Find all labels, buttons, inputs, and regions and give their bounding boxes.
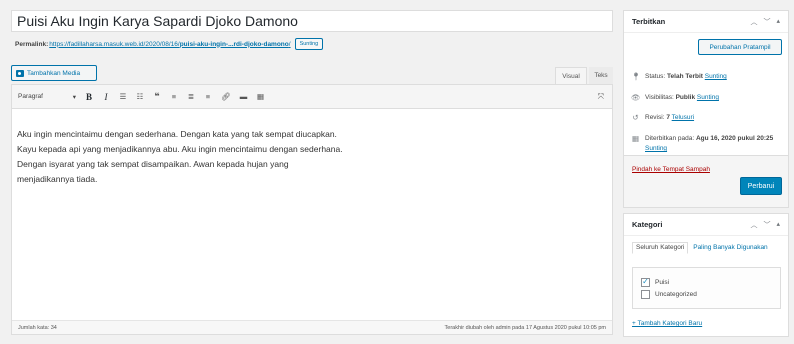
- move-down-icon[interactable]: ﹀: [763, 17, 770, 27]
- date-value: Agu 16, 2020 pukul 20:25: [695, 135, 774, 142]
- editor-content[interactable]: Aku ingin mencintaimu dengan sederhana. …: [12, 109, 612, 187]
- permalink-suffix: /: [288, 40, 291, 48]
- align-center-icon[interactable]: ≣: [187, 92, 195, 101]
- bold-icon[interactable]: B: [85, 92, 93, 102]
- italic-icon[interactable]: I: [102, 92, 110, 102]
- toolbar-toggle-icon[interactable]: ▦: [257, 92, 265, 101]
- permalink-link[interactable]: https://fadillaharsa.masuk.web.id/2020/0…: [49, 41, 290, 48]
- category-box-header: Kategori ︿ ﹀ ▴: [624, 214, 788, 236]
- status-row: 📍︎ Status: Telah Terbit Sunting: [631, 72, 727, 82]
- format-select-value: Paragraf: [18, 93, 43, 100]
- permalink-slug: puisi-aku-ingin-...rdi-djoko-damono: [179, 40, 289, 48]
- fullscreen-icon[interactable]: ⤧: [598, 92, 604, 102]
- visibility-label: Visibilitas:: [645, 94, 674, 101]
- status-label: Status:: [645, 73, 666, 80]
- category-item-uncategorized[interactable]: Uncategorized: [641, 288, 780, 300]
- collapse-icon[interactable]: ▴: [776, 220, 780, 230]
- publish-actions: Pindah ke Tempat Sampah Perbarui: [624, 155, 788, 207]
- visibility-row: 👁︎ Visibilitas: Publik Sunting: [631, 93, 719, 103]
- word-count: Jumlah kata: 34: [18, 324, 57, 331]
- category-box: Kategori ︿ ﹀ ▴ Seluruh Kategori Paling B…: [623, 213, 789, 337]
- numbered-list-icon[interactable]: ☷: [136, 92, 144, 101]
- move-up-icon[interactable]: ︿: [750, 17, 757, 27]
- read-more-icon[interactable]: ▬: [240, 92, 248, 101]
- revisions-label: Revisi:: [645, 114, 665, 121]
- date-label: Diterbitkan pada:: [645, 135, 695, 142]
- bullet-list-icon[interactable]: ☰: [119, 92, 127, 101]
- collapse-icon[interactable]: ▴: [776, 17, 780, 27]
- add-new-category-link[interactable]: + Tambah Kategori Baru: [632, 320, 702, 327]
- visibility-value: Publik: [675, 94, 696, 101]
- publish-date-row: ▦ Diterbitkan pada: Agu 16, 2020 pukul 2…: [631, 134, 781, 154]
- content-line: menjadikannya tiada.: [17, 174, 98, 184]
- status-value: Telah Terbit: [667, 73, 703, 80]
- history-icon: ↺: [632, 113, 639, 122]
- category-label: Uncategorized: [655, 290, 697, 298]
- edit-slug-button[interactable]: Sunting: [294, 38, 324, 50]
- update-button[interactable]: Perbarui: [740, 177, 782, 195]
- tab-visual[interactable]: Visual: [555, 67, 587, 84]
- preview-changes-button[interactable]: Perubahan Pratampil: [698, 39, 782, 55]
- permalink-row: Permalink: https://fadillaharsa.masuk.we…: [15, 38, 324, 50]
- category-box-title: Kategori: [632, 220, 663, 229]
- revisions-row: ↺ Revisi: 7 Telusuri: [631, 113, 694, 123]
- content-line: Aku ingin mencintaimu dengan sederhana. …: [17, 129, 337, 139]
- link-icon[interactable]: 🔗︎: [221, 92, 231, 101]
- move-down-icon[interactable]: ﹀: [763, 220, 770, 230]
- publish-box-title: Terbitkan: [632, 17, 666, 26]
- edit-status-link[interactable]: Sunting: [705, 73, 727, 80]
- checkbox-checked[interactable]: ✓: [641, 277, 650, 287]
- permalink-label: Permalink:: [15, 40, 49, 48]
- media-icon: [16, 69, 24, 77]
- category-tabs: Seluruh Kategori Paling Banyak Digunakan: [632, 242, 782, 254]
- publish-box: Terbitkan ︿ ﹀ ▴ Perubahan Pratampil 📍︎ S…: [623, 10, 789, 208]
- edit-date-link[interactable]: Sunting: [645, 145, 667, 152]
- category-checklist: ✓ Puisi Uncategorized: [632, 267, 781, 309]
- blockquote-icon[interactable]: ❝: [153, 91, 161, 102]
- edit-visibility-link[interactable]: Sunting: [697, 94, 719, 101]
- add-media-button[interactable]: Tambahkan Media: [11, 65, 97, 81]
- tab-most-used[interactable]: Paling Banyak Digunakan: [693, 244, 767, 251]
- content-line: Kayu kepada api yang menjadikannya abu. …: [17, 144, 343, 154]
- move-to-trash-link[interactable]: Pindah ke Tempat Sampah: [632, 166, 710, 173]
- category-label: Puisi: [655, 278, 670, 286]
- tab-all-categories[interactable]: Seluruh Kategori: [632, 242, 689, 254]
- align-right-icon[interactable]: ≡: [204, 92, 212, 101]
- post-title-input[interactable]: Puisi Aku Ingin Karya Sapardi Djoko Damo…: [11, 10, 613, 32]
- revisions-value: 7: [666, 114, 670, 121]
- tab-text[interactable]: Teks: [589, 67, 613, 84]
- publish-box-header: Terbitkan ︿ ﹀ ▴: [624, 11, 788, 33]
- content-line: Dengan isyarat yang tak sempat disampaik…: [17, 159, 289, 169]
- align-left-icon[interactable]: ≡: [170, 92, 178, 101]
- pin-icon: 📍︎: [631, 72, 641, 81]
- format-select[interactable]: Paragraf ▾: [18, 93, 76, 101]
- permalink-url-prefix: https://fadillaharsa.masuk.web.id/2020/0…: [49, 40, 180, 48]
- add-media-label: Tambahkan Media: [27, 69, 81, 77]
- category-item-puisi[interactable]: ✓ Puisi: [641, 276, 780, 288]
- editor-toolbar: Paragraf ▾ B I ☰ ☷ ❝ ≡ ≣ ≡ 🔗︎ ▬ ▦ ⤧: [12, 85, 612, 109]
- eye-icon: 👁︎: [631, 93, 641, 102]
- move-up-icon[interactable]: ︿: [750, 220, 757, 230]
- last-edited: Terakhir diubah oleh admin pada 17 Agust…: [444, 324, 606, 331]
- post-editor: Paragraf ▾ B I ☰ ☷ ❝ ≡ ≣ ≡ 🔗︎ ▬ ▦ ⤧ Aku …: [11, 84, 613, 335]
- chevron-down-icon: ▾: [72, 93, 76, 101]
- calendar-icon: ▦: [631, 134, 640, 143]
- browse-revisions-link[interactable]: Telusuri: [672, 114, 694, 121]
- checkbox-unchecked[interactable]: [641, 289, 650, 299]
- editor-status-bar: Jumlah kata: 34 Terakhir diubah oleh adm…: [12, 320, 612, 334]
